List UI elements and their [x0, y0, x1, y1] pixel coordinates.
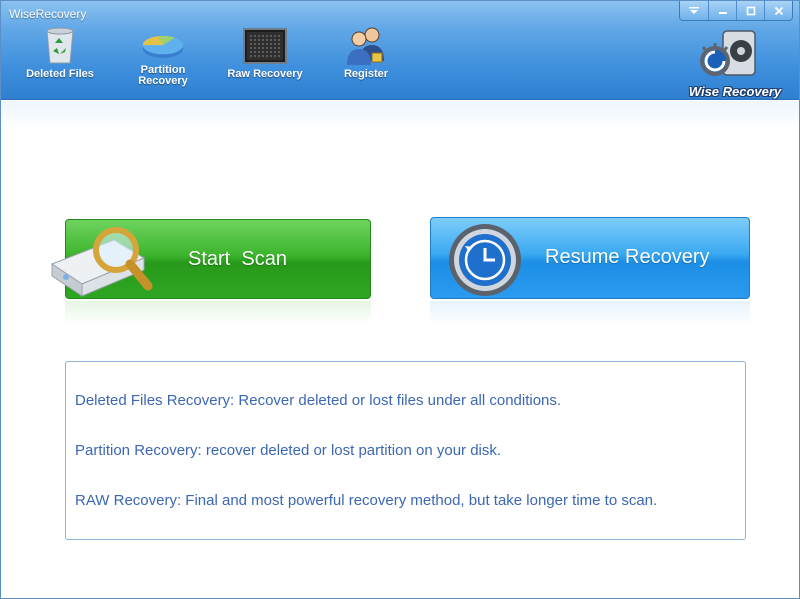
toolbar-deleted-files[interactable]: Deleted Files — [20, 25, 100, 95]
close-button[interactable] — [764, 1, 792, 20]
close-icon — [774, 6, 783, 15]
resume-recovery-label: Resume Recovery — [545, 246, 710, 268]
minimize-button[interactable] — [708, 1, 736, 20]
toolbar-label: Partition Recovery — [138, 64, 188, 87]
toolbar-register[interactable]: Register — [326, 25, 406, 95]
minimize-icon — [718, 11, 727, 14]
toolbar-partition-recovery[interactable]: Partition Recovery — [123, 25, 203, 95]
window-title: WiseRecovery — [9, 7, 87, 21]
start-scan-reflection — [65, 301, 371, 325]
maximize-button[interactable] — [736, 1, 764, 20]
info-panel: Deleted Files Recovery: Recover deleted … — [65, 361, 746, 540]
users-icon — [343, 25, 389, 65]
wise-recovery-logo: Wise Recovery — [685, 25, 785, 99]
info-deleted-files: Deleted Files Recovery: Recover deleted … — [75, 392, 562, 409]
maximize-icon — [746, 6, 755, 15]
header-toolbar: WiseRecovery Deleted Files Partition Rec… — [1, 1, 799, 100]
start-scan-button[interactable]: Start Scan — [50, 219, 371, 299]
toolbar-label: Register — [343, 68, 389, 80]
main-content: Start Scan Resume Recovery Deleted Files… — [1, 101, 799, 598]
window-controls — [679, 1, 793, 21]
monitor-icon — [242, 25, 288, 65]
hard-drive-gear-icon — [700, 30, 756, 76]
pie-chart-icon — [140, 25, 186, 61]
toolbar-label: Deleted Files — [26, 68, 94, 80]
info-partition: Partition Recovery: recover deleted or l… — [75, 442, 502, 459]
toolbar-raw-recovery[interactable]: Raw Recovery — [225, 25, 305, 95]
toolbar-label: Raw Recovery — [227, 68, 303, 80]
start-scan-label: Start Scan — [188, 248, 287, 270]
menu-dropdown-button[interactable] — [680, 1, 708, 20]
resume-recovery-button[interactable]: Resume Recovery — [430, 217, 750, 299]
logo-text: Wise Recovery — [688, 84, 782, 99]
app-window: WiseRecovery Deleted Files Partition Rec… — [0, 0, 800, 599]
info-raw: RAW Recovery: Final and most powerful re… — [75, 492, 658, 509]
drive-magnifier-icon — [50, 227, 153, 297]
dropdown-icon — [689, 6, 699, 14]
resume-recovery-reflection — [430, 301, 750, 325]
clock-icon — [449, 224, 521, 296]
recycle-bin-icon — [37, 25, 83, 65]
